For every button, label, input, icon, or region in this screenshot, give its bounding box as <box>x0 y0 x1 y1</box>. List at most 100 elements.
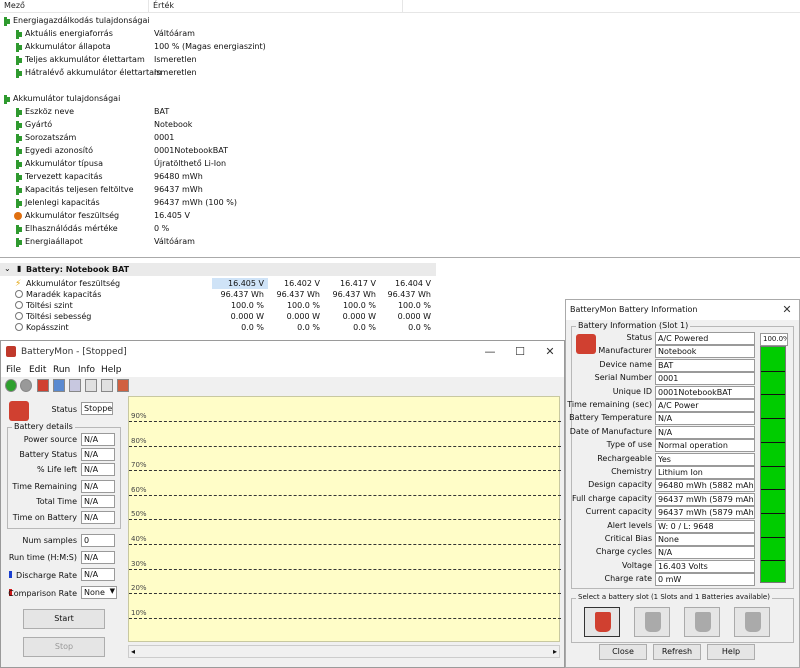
table-row[interactable]: Töltési sebesség 0.000 W 0.000 W 0.000 W… <box>0 311 436 322</box>
battery-info-window: BatteryMon Battery Information ✕ Battery… <box>565 299 800 668</box>
cell-value: 96.437 Wh <box>276 290 320 299</box>
status-label: Status <box>51 405 78 414</box>
info-value: W: 0 / L: 9648 <box>655 519 755 533</box>
table-row[interactable]: Töltési szint 100.0 % 100.0 % 100.0 % 10… <box>0 300 436 311</box>
battery-icon <box>4 95 10 104</box>
item-value: Ismeretlen <box>154 55 197 64</box>
export-icon[interactable] <box>117 379 129 392</box>
list-item[interactable]: Jelenlegi kapacitás 96437 mWh (100 %) <box>14 197 414 210</box>
list-item[interactable]: Eszköz neve BAT <box>14 106 414 119</box>
list-item[interactable]: Akkumulátor állapota 100 % (Magas energia… <box>14 41 414 54</box>
info-label: Chemistry <box>611 467 652 476</box>
scroll-right-icon[interactable]: ▸ <box>553 647 557 656</box>
battery-status-field: N/A <box>81 448 115 461</box>
refresh-button[interactable]: Refresh <box>653 644 701 660</box>
chevron-down-icon[interactable]: ⌄ <box>4 264 11 273</box>
table-row[interactable]: Kopásszint 0.0 % 0.0 % 0.0 % 0.0 % <box>0 322 436 333</box>
bar-segment <box>761 441 785 443</box>
comparison-select[interactable]: None ▼ <box>81 586 117 599</box>
table-row[interactable]: ⚡ Akkumulátor feszültség 16.405 V 16.402… <box>0 278 436 289</box>
menu-run[interactable]: Run <box>53 365 70 375</box>
list-item[interactable]: Hátralévő akkumulátor élettartam Ismeretl… <box>14 67 414 80</box>
menu-bar: File Edit Run Info Help <box>1 363 564 377</box>
info-row: Battery Temperature N/A <box>566 412 756 426</box>
close-icon[interactable]: ✕ <box>543 345 557 359</box>
item-label: Egyedi azonosító <box>25 146 94 155</box>
menu-help[interactable]: Help <box>101 365 122 375</box>
info-label: Manufacturer <box>598 346 652 356</box>
runtime-label: Run time (H:M:S) <box>8 553 77 562</box>
cell-value: 16.404 V <box>394 279 431 288</box>
help-icon[interactable] <box>85 379 97 392</box>
grid-line <box>129 421 561 422</box>
stop-button[interactable]: Stop <box>23 637 105 657</box>
list-item[interactable]: Akkumulátor típusa Újratölthető Li-Ion <box>14 158 414 171</box>
battery-icon <box>16 238 22 247</box>
battery-icon <box>16 173 22 182</box>
battery-icon <box>595 612 611 632</box>
horizontal-scrollbar[interactable]: ◂ ▸ <box>128 645 560 658</box>
menu-file[interactable]: File <box>6 365 21 375</box>
list-item[interactable]: Elhasználódás mértéke 0 % <box>14 223 414 236</box>
section-battery-properties[interactable]: Akkumulátor tulajdonságai <box>2 93 402 106</box>
maximize-icon[interactable]: ☐ <box>513 345 527 359</box>
chart-tick-label: 90% <box>131 412 147 420</box>
info-row: Serial Number 0001 <box>566 372 756 386</box>
chart-tick-label: 30% <box>131 559 147 568</box>
info-row: Voltage 16.403 Volts <box>566 559 756 573</box>
battery-icon[interactable] <box>37 379 49 392</box>
battery-slot-3[interactable] <box>684 607 720 637</box>
list-item[interactable]: Kapacitás teljesen feltöltve 96437 mWh <box>14 184 414 197</box>
list-item[interactable]: Teljes akkumulátor élettartam Ismeretlen <box>14 54 414 67</box>
info-row: Critical Bias None <box>566 533 756 546</box>
list-item[interactable]: Sorozatszám 0001 <box>14 132 414 145</box>
field-column-header[interactable]: Mező <box>4 1 25 10</box>
item-label: Akkumulátor állapota <box>25 42 111 51</box>
group-title: Battery details <box>12 422 75 431</box>
info-row: Charge rate 0 mW <box>566 573 756 587</box>
close-icon[interactable]: ✕ <box>780 303 794 317</box>
info-icon[interactable] <box>53 379 65 392</box>
discharge-field: N/A <box>81 568 115 581</box>
info-label: Alert levels <box>607 520 652 530</box>
close-button[interactable]: Close <box>599 644 647 660</box>
start-button[interactable]: Start <box>23 609 105 629</box>
title-bar[interactable]: BatteryMon Battery Information ✕ <box>566 300 799 320</box>
section-power-properties[interactable]: Energiagazdálkodás tulajdonságai <box>2 15 402 28</box>
list-item[interactable]: Gyártó Notebook <box>14 119 414 132</box>
list-item[interactable]: Tervezett kapacitás 96480 mWh <box>14 171 414 184</box>
info-value: BAT <box>655 358 755 372</box>
list-item[interactable]: Akkumulátor feszültség 16.405 V <box>14 210 414 223</box>
list-item[interactable]: Egyedi azonosító 0001NotebookBAT <box>14 145 414 158</box>
battery-slot-2[interactable] <box>634 607 670 637</box>
grid-header[interactable]: ⌄ ▮ Battery: Notebook BAT <box>0 263 436 276</box>
minimize-icon[interactable]: — <box>483 345 497 359</box>
doc-icon[interactable] <box>69 379 81 392</box>
grid-line <box>129 445 561 447</box>
scroll-left-icon[interactable]: ◂ <box>131 647 135 656</box>
runtime-field: N/A <box>81 551 115 564</box>
grid-line <box>129 494 561 496</box>
start-icon[interactable] <box>5 379 17 392</box>
battery-slot-1[interactable] <box>584 607 620 637</box>
battery-slot-4[interactable] <box>734 607 770 637</box>
menu-info[interactable]: Info <box>78 365 95 375</box>
window-title: BatteryMon - [Stopped] <box>21 347 127 357</box>
menu-edit[interactable]: Edit <box>29 365 46 375</box>
item-label: Sorozatszám <box>25 133 77 142</box>
value-column-header[interactable]: Érték <box>153 1 174 10</box>
stop-icon[interactable] <box>20 379 32 392</box>
item-label: Elhasználódás mértéke <box>25 224 118 233</box>
info-label: Critical Bias <box>604 534 652 543</box>
bar-segment <box>761 370 785 372</box>
table-row[interactable]: Maradék kapacitás 96.437 Wh 96.437 Wh 96… <box>0 289 436 300</box>
title-bar[interactable]: BatteryMon - [Stopped] — ☐ ✕ <box>1 341 564 363</box>
list-item[interactable]: Aktuális energiaforrás Váltóáram <box>14 28 414 41</box>
item-label: Kapacitás teljesen feltöltve <box>25 185 134 194</box>
info-row: Device name BAT <box>566 358 756 372</box>
help-button[interactable]: Help <box>707 644 755 660</box>
list-item[interactable]: Energiaállapot Váltóáram <box>14 236 414 249</box>
graph-icon[interactable] <box>101 379 113 392</box>
info-label: Charge cycles <box>595 547 652 557</box>
cell-value: 100.0 % <box>230 301 264 310</box>
